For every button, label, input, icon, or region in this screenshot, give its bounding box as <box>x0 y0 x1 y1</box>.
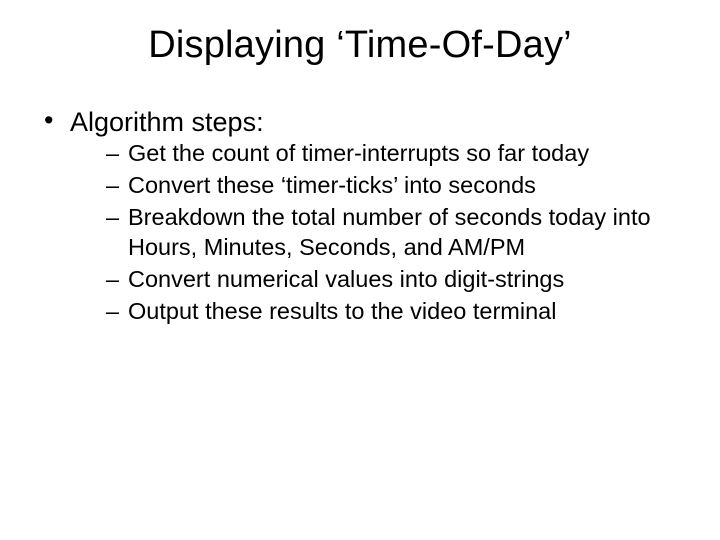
slide-title: Displaying ‘Time-Of-Day’ <box>40 24 680 67</box>
slide: Displaying ‘Time-Of-Day’ Algorithm steps… <box>0 0 720 540</box>
sub-bullet-item: Convert numerical values into digit-stri… <box>106 264 680 294</box>
bullet-text: Algorithm steps: <box>70 107 264 137</box>
sub-bullet-item: Output these results to the video termin… <box>106 296 680 326</box>
sub-bullet-item: Breakdown the total number of seconds to… <box>106 202 680 262</box>
bullet-item: Algorithm steps: Get the count of timer-… <box>44 107 680 326</box>
bullet-list-level1: Algorithm steps: Get the count of timer-… <box>40 107 680 326</box>
bullet-list-level2: Get the count of timer-interrupts so far… <box>70 138 680 326</box>
sub-bullet-item: Get the count of timer-interrupts so far… <box>106 138 680 168</box>
sub-bullet-item: Convert these ‘timer-ticks’ into seconds <box>106 170 680 200</box>
